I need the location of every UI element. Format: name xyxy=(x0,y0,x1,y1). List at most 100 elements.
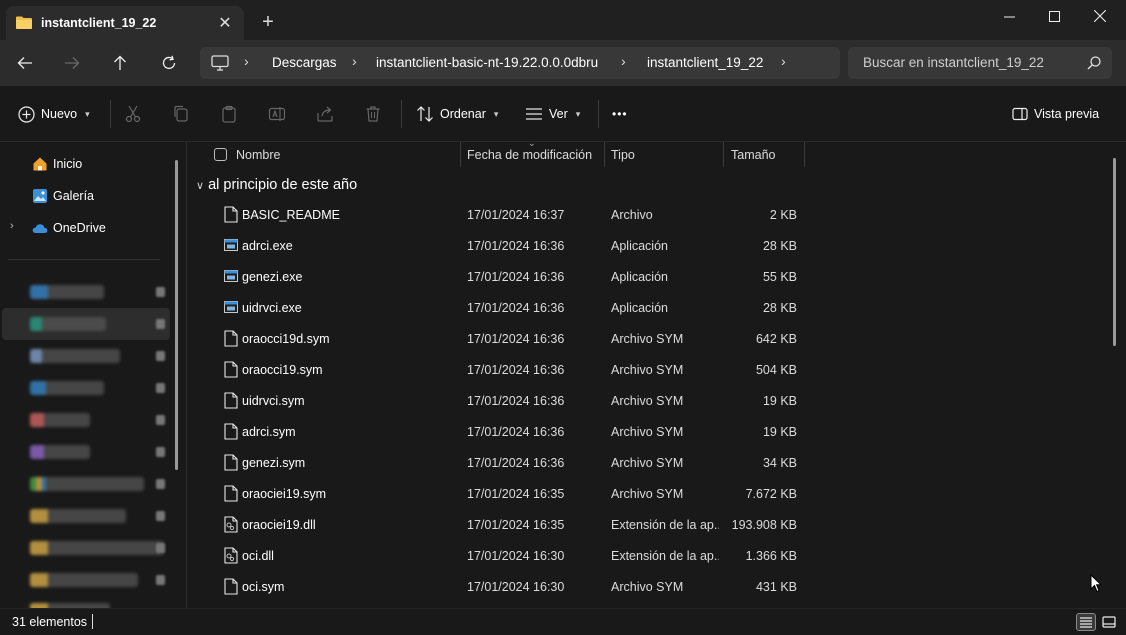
file-name: adrci.exe xyxy=(242,239,293,253)
table-row[interactable]: uidrvci.exe 17/01/2024 16:36 Aplicación 28 … xyxy=(188,292,808,323)
blurred-quick-access-item[interactable] xyxy=(30,349,120,363)
file-type: Aplicación xyxy=(611,239,668,253)
sidebar-scrollbar[interactable] xyxy=(175,160,178,470)
table-row[interactable]: oraociei19.dll 17/01/2024 16:35 Extensión … xyxy=(188,509,808,540)
file-date: 17/01/2024 16:30 xyxy=(467,580,565,594)
large-icons-view-button[interactable] xyxy=(1099,613,1119,631)
sidebar-item-label: Inicio xyxy=(53,157,83,171)
up-button[interactable] xyxy=(105,49,135,77)
clipboard-icon xyxy=(222,105,236,123)
column-header-date[interactable]: Fecha de modificación xyxy=(467,148,592,162)
blurred-quick-access-item[interactable] xyxy=(30,541,164,555)
sidebar-item-onedrive[interactable]: › OneDrive xyxy=(0,215,170,241)
more-options-button[interactable]: ••• xyxy=(612,102,628,126)
divider xyxy=(110,100,111,128)
sidebar-item-galeria[interactable]: Galería xyxy=(0,183,170,209)
dll-icon xyxy=(224,516,238,533)
blurred-quick-access-item[interactable] xyxy=(30,477,144,491)
cut-button[interactable] xyxy=(121,103,145,125)
divider xyxy=(598,100,599,128)
copy-button[interactable] xyxy=(169,103,193,125)
file-type: Archivo SYM xyxy=(611,487,684,501)
blurred-quick-access-item[interactable] xyxy=(30,509,126,523)
search-box[interactable]: Buscar en instantclient_19_22 xyxy=(848,47,1112,79)
table-row[interactable]: oraociei19.sym 17/01/2024 16:35 Archivo SY… xyxy=(188,478,808,509)
search-icon[interactable] xyxy=(1086,55,1102,71)
new-tab-button[interactable]: + xyxy=(256,10,280,34)
blurred-quick-access-item[interactable] xyxy=(30,413,90,427)
tab-instantclient[interactable]: instantclient_19_22 ✕ xyxy=(6,6,244,40)
table-row[interactable]: BASIC_README 17/01/2024 16:37 Archivo 2 KB xyxy=(188,199,808,230)
column-divider[interactable] xyxy=(604,142,605,167)
table-row[interactable]: adrci.sym 17/01/2024 16:36 Archivo SYM 19 K… xyxy=(188,416,808,447)
tab-close-icon[interactable]: ✕ xyxy=(214,12,236,34)
table-row[interactable]: oraocci19d.sym 17/01/2024 16:36 Archivo SY… xyxy=(188,323,808,354)
blurred-quick-access-item[interactable] xyxy=(30,285,104,299)
sidebar-item-inicio[interactable]: Inicio xyxy=(0,151,170,177)
breadcrumb-descargas[interactable]: Descargas xyxy=(272,55,337,70)
file-name: oraocci19d.sym xyxy=(242,332,330,346)
file-list-scrollbar[interactable] xyxy=(1113,158,1116,346)
forward-button[interactable] xyxy=(57,49,87,77)
blurred-quick-access-item[interactable] xyxy=(30,317,106,331)
more-icon: ••• xyxy=(612,107,628,121)
details-view-button[interactable] xyxy=(1076,613,1096,631)
breadcrumb-instantclient-basic[interactable]: instantclient-basic-nt-19.22.0.0.0dbru xyxy=(376,55,598,70)
column-header-type[interactable]: Tipo xyxy=(611,148,635,162)
back-button[interactable] xyxy=(10,49,40,77)
blurred-quick-access-item[interactable] xyxy=(30,445,90,459)
view-button[interactable]: Ver ▾ xyxy=(525,102,580,126)
chevron-right-icon: › xyxy=(244,53,249,69)
file-type: Aplicación xyxy=(611,301,668,315)
delete-button[interactable] xyxy=(361,103,385,125)
table-row[interactable]: uidrvci.sym 17/01/2024 16:36 Archivo SYM 19… xyxy=(188,385,808,416)
column-header-name[interactable]: Nombre xyxy=(236,148,280,162)
new-button[interactable]: Nuevo ▾ xyxy=(18,102,90,126)
breadcrumb-instantclient-19-22[interactable]: instantclient_19_22 xyxy=(647,55,763,70)
select-all-checkbox[interactable] xyxy=(214,148,227,161)
preview-label: Vista previa xyxy=(1034,107,1100,121)
cloud-icon xyxy=(32,224,48,233)
table-row[interactable]: adrci.exe 17/01/2024 16:36 Aplicación 28 KB xyxy=(188,230,808,261)
blurred-quick-access-item[interactable] xyxy=(30,381,104,395)
column-divider[interactable] xyxy=(723,142,724,167)
column-divider[interactable] xyxy=(460,142,461,167)
blurred-quick-access-item[interactable] xyxy=(30,573,138,587)
table-row[interactable]: oraocci19.sym 17/01/2024 16:36 Archivo SYM… xyxy=(188,354,808,385)
preview-pane-button[interactable]: Vista previa xyxy=(1012,102,1099,126)
maximize-button[interactable] xyxy=(1031,0,1077,32)
column-divider[interactable] xyxy=(804,142,805,167)
file-name: uidrvci.exe xyxy=(242,301,302,315)
file-date: 17/01/2024 16:36 xyxy=(467,363,565,377)
file-size: 193.908 KB xyxy=(731,518,797,532)
maximize-icon xyxy=(1048,10,1060,22)
pin-icon xyxy=(156,415,165,425)
address-bar[interactable]: › Descargas › instantclient-basic-nt-19.… xyxy=(200,47,840,79)
tab-title: instantclient_19_22 xyxy=(41,16,157,30)
file-date: 17/01/2024 16:36 xyxy=(467,239,565,253)
file-date: 17/01/2024 16:36 xyxy=(467,394,565,408)
chevron-right-icon[interactable]: › xyxy=(781,53,786,69)
copy-icon xyxy=(174,105,188,122)
close-button[interactable] xyxy=(1077,0,1123,32)
table-row[interactable]: oci.sym 17/01/2024 16:30 Archivo SYM 431 KB xyxy=(188,571,808,602)
sort-button[interactable]: Ordenar ▾ xyxy=(416,102,498,126)
pin-icon xyxy=(156,543,165,553)
minimize-button[interactable] xyxy=(986,0,1032,32)
table-row[interactable]: genezi.exe 17/01/2024 16:36 Aplicación 55 K… xyxy=(188,261,808,292)
table-row[interactable]: oci.dll 17/01/2024 16:30 Extensión de la a… xyxy=(188,540,808,571)
group-header[interactable]: ∨ al principio de este año xyxy=(196,177,357,193)
search-input[interactable]: Buscar en instantclient_19_22 xyxy=(863,55,1044,70)
rename-button[interactable] xyxy=(265,103,289,125)
file-size: 642 KB xyxy=(755,332,797,346)
column-header-row: Nombre ⌄ Fecha de modificación Tipo Tama… xyxy=(188,142,1126,167)
file-size: 431 KB xyxy=(755,580,797,594)
chevron-right-icon[interactable]: › xyxy=(10,220,14,232)
column-header-size[interactable]: Tamaño xyxy=(731,148,775,162)
table-row[interactable]: genezi.sym 17/01/2024 16:36 Archivo SYM 34 … xyxy=(188,447,808,478)
preview-pane-icon xyxy=(1012,107,1028,121)
share-button[interactable] xyxy=(313,103,337,125)
refresh-button[interactable] xyxy=(154,49,184,77)
paste-button[interactable] xyxy=(217,103,241,125)
file-type: Archivo SYM xyxy=(611,456,684,470)
